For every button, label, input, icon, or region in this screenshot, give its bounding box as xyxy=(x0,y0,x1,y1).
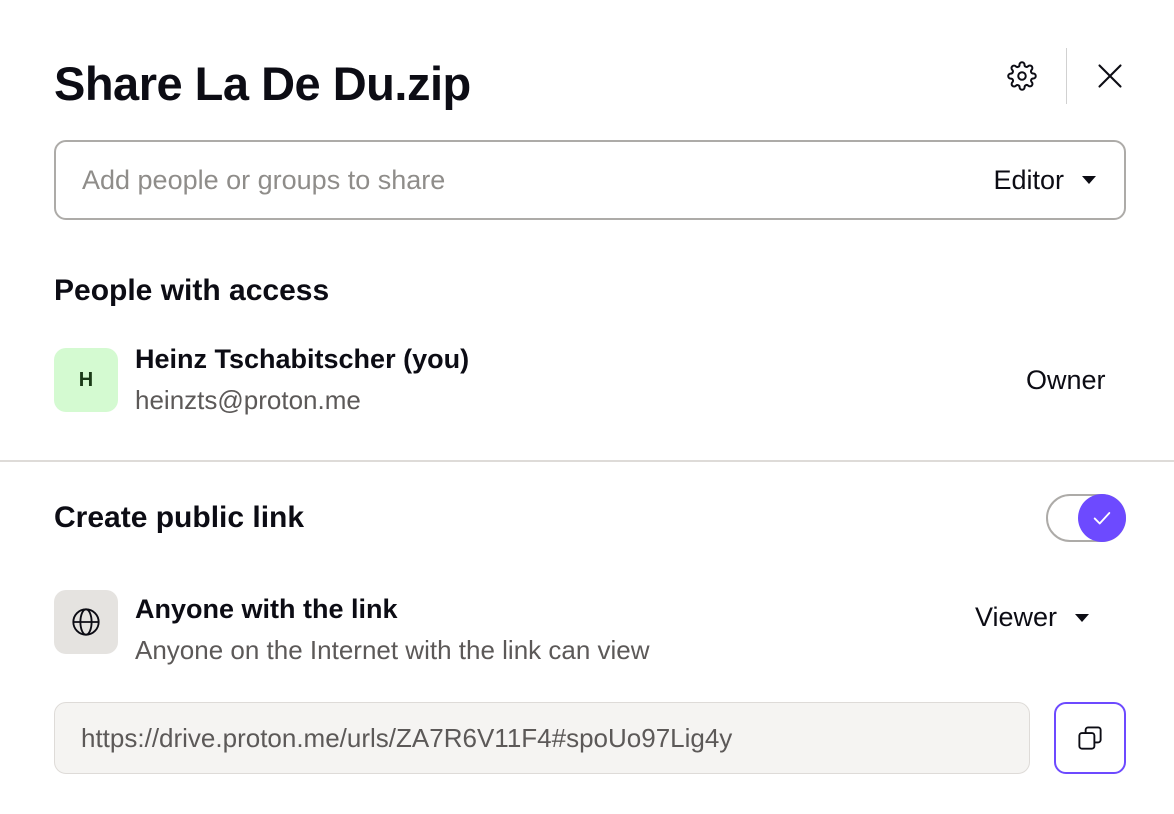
role-dropdown-label: Editor xyxy=(993,164,1064,195)
people-with-access-heading: People with access xyxy=(54,274,330,307)
chevron-down-icon xyxy=(1075,613,1090,622)
gear-icon xyxy=(1007,61,1037,91)
header-divider xyxy=(1066,48,1067,104)
section-divider xyxy=(0,460,1174,462)
member-email: heinzts@proton.me xyxy=(135,385,361,415)
link-permission-label: Viewer xyxy=(975,602,1058,632)
link-permission-dropdown[interactable]: Viewer xyxy=(975,602,1090,633)
close-icon xyxy=(1098,64,1122,88)
role-dropdown[interactable]: Editor xyxy=(993,165,1096,196)
globe-icon-box xyxy=(54,590,118,654)
public-link-url-field xyxy=(54,702,1030,774)
toggle-knob xyxy=(1078,494,1126,542)
avatar-initial: H xyxy=(78,368,94,391)
dialog-title: Share La De Du.zip xyxy=(54,57,471,110)
link-access-title: Anyone with the link xyxy=(135,594,398,624)
add-people-input[interactable] xyxy=(82,164,994,196)
globe-icon xyxy=(72,608,100,636)
chevron-down-icon xyxy=(1082,176,1096,184)
settings-button[interactable] xyxy=(1000,54,1044,98)
checkmark-icon xyxy=(1093,512,1111,525)
member-name: Heinz Tschabitscher (you) xyxy=(135,344,470,374)
avatar: H xyxy=(54,348,118,412)
member-role: Owner xyxy=(1026,365,1106,395)
close-button[interactable] xyxy=(1088,54,1132,98)
copy-link-button[interactable] xyxy=(1054,702,1126,774)
copy-icon xyxy=(1078,726,1102,750)
public-link-toggle[interactable] xyxy=(1046,494,1126,542)
link-access-description: Anyone on the Internet with the link can… xyxy=(135,635,650,665)
share-dialog: Share La De Du.zip Editor People with ac… xyxy=(0,0,1174,814)
add-people-field: Editor xyxy=(54,140,1126,220)
create-public-link-heading: Create public link xyxy=(54,501,305,534)
public-link-url-input[interactable] xyxy=(81,722,1003,754)
